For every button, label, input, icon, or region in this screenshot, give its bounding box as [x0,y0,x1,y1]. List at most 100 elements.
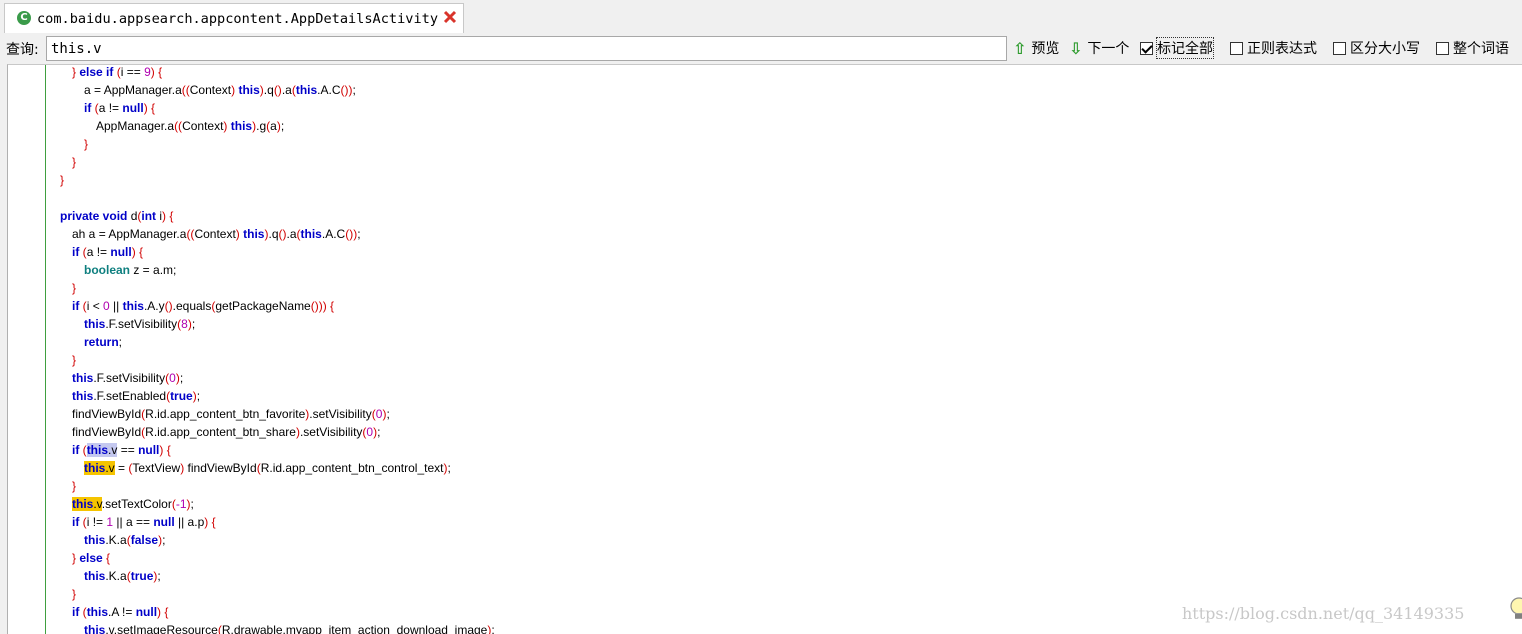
arrow-down-icon: ⇩ [1069,38,1083,58]
code-token: ) { [157,605,169,619]
code-token: this [84,623,106,634]
search-input[interactable] [46,36,1007,61]
regex-checkbox[interactable]: 正则表达式 [1230,38,1317,58]
code-token: true [130,569,154,583]
code-token: .a [281,83,292,97]
code-token: a != [86,245,111,259]
code-token: this [122,299,144,313]
lightbulb-icon[interactable] [1509,596,1522,622]
code-token: null [138,443,160,457]
code-token: .A != [108,605,136,619]
editor-tab[interactable]: C com.baidu.appsearch.appcontent.AppDeta… [4,3,464,33]
code-token: else if [79,65,114,79]
code-token: } [84,137,89,151]
close-icon[interactable] [441,8,459,26]
code-line: } [8,171,1522,189]
code-line: this.F.setEnabled(true); [8,387,1522,405]
previous-button[interactable]: ⇧ 预览 [1013,38,1059,58]
code-token: .K.a [105,569,127,583]
code-token: this [84,569,106,583]
code-line: if (a != null) { [8,243,1522,261]
mark-all-checkbox[interactable]: 标记全部 [1140,37,1214,59]
code-token: } [72,479,77,493]
code-token: ; [491,623,495,634]
code-token: R.drawable.myapp_item_action_download_im… [221,623,488,634]
next-label: 下一个 [1087,41,1130,57]
code-token: i < [86,299,104,313]
code-line: findViewById(R.id.app_content_btn_favori… [8,405,1522,423]
code-line: this.v.setTextColor(-1); [8,495,1522,513]
code-line: private void d(int i) { [8,207,1522,225]
code-token: Context [189,83,232,97]
code-token: (( [181,83,190,97]
checkbox-box[interactable] [1436,41,1449,55]
code-token: .q [268,227,279,241]
code-token: ) { [150,65,163,79]
code-token: || a.p [174,515,205,529]
code-editor[interactable]: } else if (i == 9) {a = AppManager.a((Co… [7,64,1522,634]
code-token: 9 [144,65,151,79]
code-line: } else if (i == 9) { [8,65,1522,81]
code-token: a = AppManager.a [84,83,182,97]
code-token: return [84,335,119,349]
checkbox-box[interactable] [1333,41,1346,55]
code-token: a != [98,101,123,115]
code-token: else [79,551,103,565]
code-token: ; [118,335,123,349]
search-label: 查询: [6,42,39,58]
code-token: null [122,101,144,115]
code-line: } [8,153,1522,171]
code-token: a [270,119,277,133]
code-line: } [8,279,1522,297]
code-line: a = AppManager.a((Context) this).q().a(t… [8,81,1522,99]
code-token: || a == [113,515,154,529]
code-line: return; [8,333,1522,351]
code-token: .a [286,227,297,241]
code-token: ( [79,245,87,259]
code-line: if (this.v == null) { [8,441,1522,459]
code-token: .K.a [105,533,127,547]
code-token: } [60,173,65,187]
code-token: .v.setImageResource [105,623,218,634]
code-token: ; [190,497,194,511]
code-token: = [114,461,129,475]
code-line: findViewById(R.id.app_content_btn_share)… [8,423,1522,441]
code-token: .v [93,497,102,511]
code-line: boolean z = a.m; [8,261,1522,279]
code-token: } [72,587,77,601]
code-line: ah a = AppManager.a((Context) this).q().… [8,225,1522,243]
code-token: findViewById [187,461,257,475]
code-token: Context [194,227,236,241]
code-token: this [238,83,260,97]
checkbox-box[interactable] [1140,41,1153,55]
code-token: 0 [169,371,176,385]
code-token: } [72,281,77,295]
code-token: () [164,299,173,313]
code-token: ())) { [310,299,335,313]
regex-label: 正则表达式 [1247,41,1317,57]
match-case-checkbox[interactable]: 区分大小写 [1333,38,1420,58]
code-token: this [86,605,109,619]
code-token: ; [179,371,184,385]
next-button[interactable]: ⇩ 下一个 [1069,38,1129,58]
code-token: ; [280,119,285,133]
code-line: this.K.a(true); [8,567,1522,585]
checkbox-box[interactable] [1230,41,1243,55]
code-token: this [84,533,106,547]
code-token: .v [105,461,115,475]
code-token: z = a.m; [130,263,177,277]
previous-label: 预览 [1031,41,1060,57]
code-line: this.v = (TextView) findViewById(R.id.ap… [8,459,1522,477]
code-token: ; [352,83,356,97]
code-token: .setVisibility [309,407,372,421]
arrow-up-icon: ⇧ [1013,38,1027,58]
code-token: ()) [345,227,358,241]
code-line: if (i != 1 || a == null || a.p) { [8,513,1522,531]
whole-word-checkbox[interactable]: 整个词语 [1436,38,1509,58]
code-area[interactable]: } else if (i == 9) {a = AppManager.a((Co… [8,65,1522,634]
code-token: ( [79,515,87,529]
code-line: } [8,351,1522,369]
code-token: ) { [162,209,174,223]
code-token: TextView [132,461,181,475]
code-token: this [72,389,94,403]
